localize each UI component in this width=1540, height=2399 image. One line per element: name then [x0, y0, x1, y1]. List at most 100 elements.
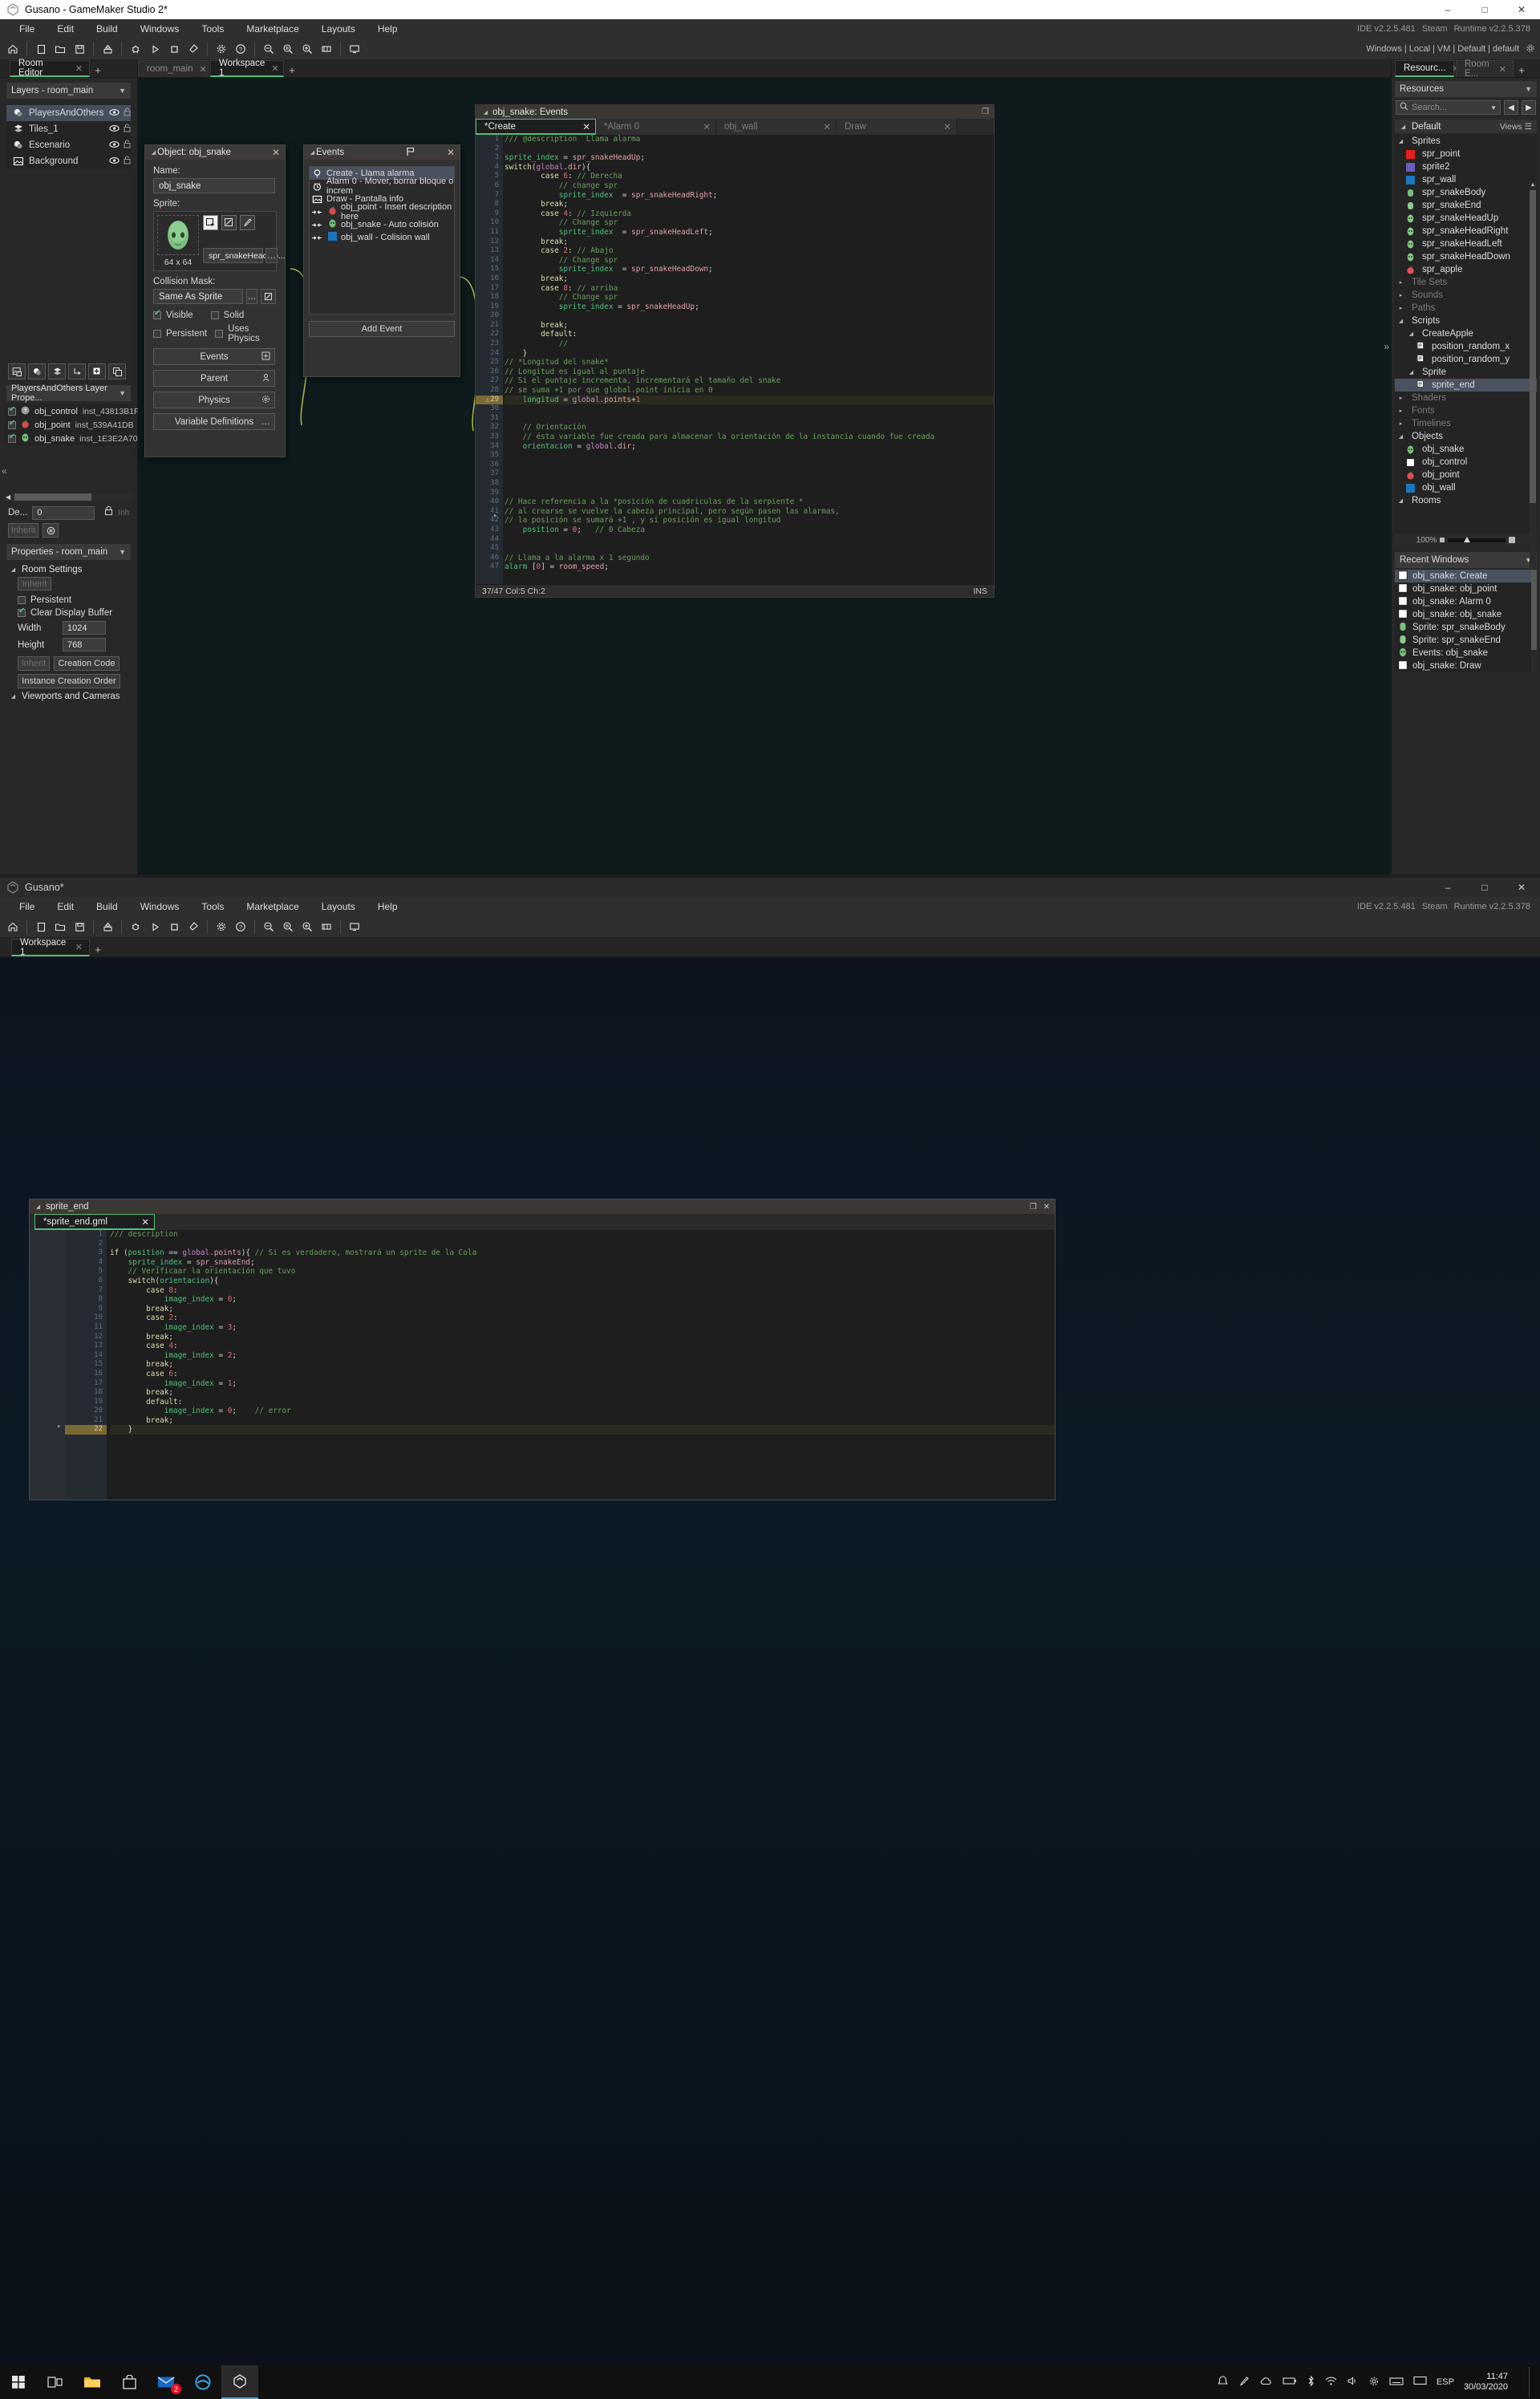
solid-flag[interactable]: Solid [210, 311, 244, 320]
recent-window-item[interactable]: obj_snake: obj_point [1395, 582, 1537, 595]
event-row-objwall[interactable]: obj_wall - Colision wall [310, 231, 454, 244]
resource-item-spr_snakeHeadLeft[interactable]: spr_snakeHeadLeft [1395, 237, 1537, 250]
triangle-closed-icon[interactable]: ▸ [1397, 279, 1404, 286]
stop-icon[interactable] [165, 918, 183, 936]
menu-marketplace[interactable]: Marketplace [235, 21, 310, 37]
menu-marketplace[interactable]: Marketplace [235, 899, 310, 915]
code-line[interactable]: sprite_index = spr_snakeHeadUp; [505, 153, 994, 163]
code-line[interactable]: case 2: [110, 1313, 1055, 1323]
creation-code-button[interactable]: Creation Code [54, 656, 120, 671]
persistent-flag[interactable]: Persistent [153, 324, 207, 343]
recent-window-item[interactable]: obj_snake: Alarm 0 [1395, 595, 1537, 608]
tab-resources[interactable]: Resourc... ✕ [1395, 60, 1460, 77]
resource-item-spr_wall[interactable]: spr_wall [1395, 173, 1537, 186]
code-tab-draw[interactable]: Draw ✕ [837, 119, 957, 135]
clean-icon[interactable] [184, 40, 202, 58]
menu-tools[interactable]: Tools [190, 21, 235, 37]
add-tab-button[interactable]: + [1515, 63, 1528, 77]
code-text-area[interactable]: /// @description Llama alarma sprite_ind… [505, 135, 994, 584]
triangle-open-icon[interactable]: ◢ [1397, 318, 1404, 324]
zoom-slider[interactable] [1448, 536, 1506, 542]
collision-mask-select[interactable]: Same As Sprite [153, 289, 243, 304]
code-text-area[interactable]: /// description if (position == global.p… [110, 1230, 1055, 1500]
code-line[interactable]: /// description [110, 1230, 1055, 1240]
image-layer-icon[interactable] [8, 363, 26, 380]
menu-layouts[interactable]: Layouts [310, 899, 367, 915]
add-event-button[interactable]: Add Event [309, 321, 455, 337]
triangle-open-icon[interactable]: ◢ [1400, 124, 1407, 130]
close-icon[interactable]: ✕ [582, 121, 590, 132]
close-icon[interactable]: ✕ [703, 121, 711, 132]
code-line[interactable] [505, 144, 994, 154]
code-tab-objwall[interactable]: obj_wall ✕ [716, 119, 837, 135]
menu-edit[interactable]: Edit [46, 899, 85, 915]
menu-windows[interactable]: Windows [129, 21, 191, 37]
open-folder-icon[interactable] [51, 40, 69, 58]
zoom-out-icon[interactable] [260, 40, 278, 58]
show-desktop-button[interactable] [1529, 2367, 1534, 2397]
code-line[interactable]: break; [505, 200, 994, 209]
triangle-open-icon[interactable]: ◢ [309, 149, 316, 156]
onedrive-icon[interactable] [1259, 2377, 1273, 2389]
zoom-in-icon[interactable] [298, 40, 316, 58]
parent-button[interactable]: Parent [153, 370, 275, 387]
eye-icon[interactable] [109, 106, 120, 120]
open-folder-icon[interactable] [51, 918, 69, 936]
instance-checkbox[interactable] [8, 419, 16, 429]
code-line[interactable]: break; [110, 1388, 1055, 1398]
visible-checkbox[interactable] [153, 309, 161, 319]
code-line[interactable]: break; [110, 1305, 1055, 1314]
zoom-fit-icon[interactable] [279, 918, 297, 936]
save-icon[interactable] [71, 40, 88, 58]
minimize-icon[interactable]: ❐ [1030, 1203, 1037, 1212]
code-line[interactable]: image_index = 1; [110, 1379, 1055, 1389]
resource-item-obj_wall[interactable]: obj_wall [1395, 481, 1537, 494]
resource-item-spr_snakeHeadUp[interactable]: spr_snakeHeadUp [1395, 212, 1537, 225]
code-line[interactable]: case 8: [110, 1286, 1055, 1296]
clear-display-row[interactable]: Clear Display Buffer [18, 607, 137, 619]
eye-icon[interactable] [109, 154, 120, 168]
duplicate-layer-icon[interactable] [108, 363, 126, 380]
views-menu[interactable]: Views ☰ [1500, 122, 1532, 132]
code-line[interactable] [110, 1240, 1055, 1249]
recent-window-item[interactable]: Events: obj_snake [1395, 647, 1537, 660]
run-icon[interactable] [146, 918, 164, 936]
chevron-down-icon[interactable]: ▼ [119, 548, 126, 556]
task-view-icon[interactable] [37, 2365, 74, 2399]
event-row-alarm0[interactable]: Alarm 0 - Mover, borrar bloque o increm [310, 177, 454, 196]
code-line[interactable]: break; [110, 1416, 1055, 1426]
keyboard-icon[interactable] [1389, 2377, 1404, 2389]
fold-marker-icon[interactable]: ▸ [493, 512, 497, 520]
code-line[interactable]: sprite_index = spr_snakeHeadRight; [505, 191, 994, 201]
code-line[interactable]: break; [505, 321, 994, 331]
chevron-down-icon[interactable]: ▼ [1490, 104, 1500, 112]
recent-windows-list[interactable]: obj_snake: Create obj_snake: obj_point obj… [1395, 570, 1537, 672]
clock[interactable]: 11:47 30/03/2020 [1464, 2372, 1519, 2393]
physics-flag[interactable]: Uses Physics [215, 324, 277, 343]
triangle-closed-icon[interactable]: ▸ [1397, 420, 1404, 427]
events-button[interactable]: Events [153, 348, 275, 365]
tab-workspace-1[interactable]: Workspace 1 ✕ [11, 938, 90, 957]
pen-icon[interactable] [1238, 2376, 1250, 2389]
start-icon[interactable] [0, 2365, 37, 2399]
code-line[interactable]: break; [110, 1333, 1055, 1342]
code-line[interactable]: sprite_index = spr_snakeHeadDown; [505, 265, 994, 274]
menu-windows[interactable]: Windows [129, 899, 191, 915]
close-icon[interactable]: ✕ [141, 1216, 149, 1228]
screen-icon[interactable] [346, 918, 363, 936]
solid-checkbox[interactable] [210, 311, 219, 319]
settings-gear-icon[interactable] [1526, 43, 1535, 55]
code-line[interactable] [505, 544, 994, 554]
collision-menu-button[interactable]: … [246, 289, 257, 304]
eye-icon[interactable] [109, 138, 120, 152]
close-icon[interactable]: ✕ [272, 147, 280, 158]
depth-input[interactable]: 0 [32, 505, 95, 520]
menu-help[interactable]: Help [367, 899, 409, 915]
close-icon[interactable]: ✕ [823, 121, 831, 132]
object-name-input[interactable]: obj_snake [153, 178, 275, 193]
scroll-thumb[interactable] [1530, 190, 1536, 503]
resource-item-obj_control[interactable]: obj_control [1395, 456, 1537, 469]
resource-subgroup-Sprite[interactable]: ◢ Sprite [1395, 366, 1537, 379]
fold-marker-icon[interactable]: ▸ [57, 1423, 61, 1431]
layout-icon[interactable] [318, 40, 335, 58]
